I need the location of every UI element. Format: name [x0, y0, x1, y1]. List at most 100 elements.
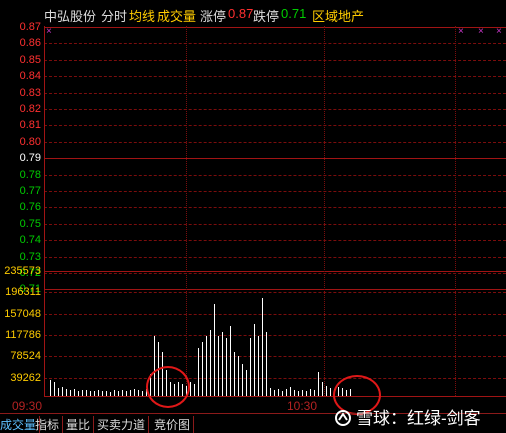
- price-gridline: [44, 224, 506, 225]
- volume-bar: [102, 391, 103, 396]
- volume-bar: [250, 338, 251, 396]
- price-gridline: [44, 76, 506, 77]
- price-gridline: [44, 93, 506, 94]
- avg-line-label[interactable]: 均线: [129, 6, 155, 25]
- volume-bar: [98, 390, 99, 396]
- volume-bar: [114, 390, 115, 396]
- volume-bar: [142, 391, 143, 396]
- volume-bar: [214, 304, 215, 396]
- price-tick-label: 0.83: [19, 87, 41, 99]
- volume-bar: [262, 298, 263, 396]
- volume-bar: [210, 330, 211, 396]
- volume-tick-label: 196311: [5, 286, 41, 298]
- volume-bar: [74, 389, 75, 396]
- volume-bar: [86, 390, 87, 396]
- volume-bar: [138, 390, 139, 396]
- price-gridline: [44, 191, 506, 192]
- volume-bar: [226, 338, 227, 396]
- sector-label[interactable]: 区域地产: [312, 6, 364, 25]
- volume-bar: [322, 382, 323, 396]
- annotation-circle: [146, 366, 190, 408]
- volume-bar: [242, 364, 243, 396]
- volume-label[interactable]: 成交量: [157, 6, 196, 25]
- volume-bar: [90, 391, 91, 396]
- volume-bar: [78, 391, 79, 396]
- tab-volume[interactable]: 成交量: [0, 416, 41, 433]
- volume-bar: [50, 380, 51, 396]
- price-gridline: [44, 125, 506, 126]
- price-tick-label: 0.73: [19, 251, 41, 263]
- price-gridline: [44, 273, 506, 274]
- tab-auction[interactable]: 竞价图: [154, 416, 195, 433]
- volume-tick-label: 39262: [10, 372, 41, 384]
- limit-down-label: 跌停: [253, 9, 280, 24]
- volume-baseline: [44, 396, 506, 397]
- price-gridline: [44, 27, 506, 28]
- price-gridline: [44, 142, 506, 143]
- tab-buy-sell-force[interactable]: 买卖力道: [97, 416, 150, 433]
- price-tick-label: 0.86: [19, 37, 41, 49]
- price-tick-label: 0.81: [19, 119, 41, 131]
- volume-bar: [94, 391, 95, 396]
- volume-bar: [70, 390, 71, 396]
- watermark-text: 雪球：红绿-剑客: [356, 409, 481, 428]
- volume-bar: [202, 342, 203, 396]
- volume-bar: [194, 384, 195, 396]
- volume-bar: [222, 332, 223, 396]
- price-gridline: [44, 43, 506, 44]
- price-tick-label: 0.78: [19, 169, 41, 181]
- price-gridline: [44, 207, 506, 208]
- volume-tick-label: 78524: [10, 350, 41, 362]
- limit-up-label: 涨停: [200, 9, 227, 24]
- volume-bar: [198, 348, 199, 396]
- volume-bar: [290, 387, 291, 396]
- price-tick-label: 0.77: [19, 185, 41, 197]
- volume-bar: [118, 391, 119, 396]
- tab-indicator[interactable]: 指标: [35, 416, 64, 433]
- stock-name[interactable]: 中弘股份: [44, 6, 96, 25]
- limit-down-value: 0.71: [281, 6, 307, 21]
- price-gridline: [44, 60, 506, 61]
- volume-bar: [302, 390, 303, 396]
- time-label-mid: 10:30: [287, 399, 318, 413]
- price-tick-label: 0.74: [19, 234, 41, 246]
- volume-bar: [234, 352, 235, 396]
- volume-bar: [126, 391, 127, 396]
- price-gridline: [44, 175, 506, 176]
- volume-bar: [82, 390, 83, 396]
- price-gridline: [44, 240, 506, 241]
- volume-bar: [62, 387, 63, 396]
- tab-volume-ratio[interactable]: 量比: [66, 416, 95, 433]
- volume-bar: [318, 372, 319, 396]
- volume-bar: [330, 388, 331, 396]
- volume-bar: [230, 326, 231, 396]
- price-gridline: [44, 257, 506, 258]
- price-tick-label: 0.75: [19, 218, 41, 230]
- volume-bar: [298, 391, 299, 396]
- volume-bar: [270, 388, 271, 396]
- price-tick-label: 0.76: [19, 201, 41, 213]
- volume-tick-label: 157048: [4, 308, 41, 320]
- price-tick-label: 0.79: [19, 152, 41, 164]
- volume-bar: [110, 392, 111, 396]
- volume-bar: [190, 382, 191, 396]
- volume-bar: [326, 386, 327, 396]
- volume-bars: [44, 280, 506, 396]
- volume-tick-label: 117786: [5, 329, 41, 341]
- volume-bar: [122, 390, 123, 396]
- price-tick-label: 0.85: [19, 54, 41, 66]
- header-bar: 中弘股份 分时 均线 成交量 涨停 0.87 跌停 0.71 区域地产: [0, 0, 506, 26]
- volume-bar: [238, 356, 239, 396]
- volume-bar: [206, 336, 207, 396]
- volume-gridline: [44, 271, 506, 272]
- price-tick-label: 0.84: [19, 70, 41, 82]
- volume-bar: [66, 389, 67, 396]
- volume-bar: [258, 336, 259, 396]
- volume-bar: [286, 389, 287, 396]
- volume-bar: [266, 332, 267, 396]
- volume-bar: [254, 324, 255, 396]
- volume-tick-label: 235573: [4, 265, 41, 277]
- volume-bar: [274, 390, 275, 396]
- mode-label[interactable]: 分时: [101, 6, 127, 25]
- volume-bar: [282, 391, 283, 396]
